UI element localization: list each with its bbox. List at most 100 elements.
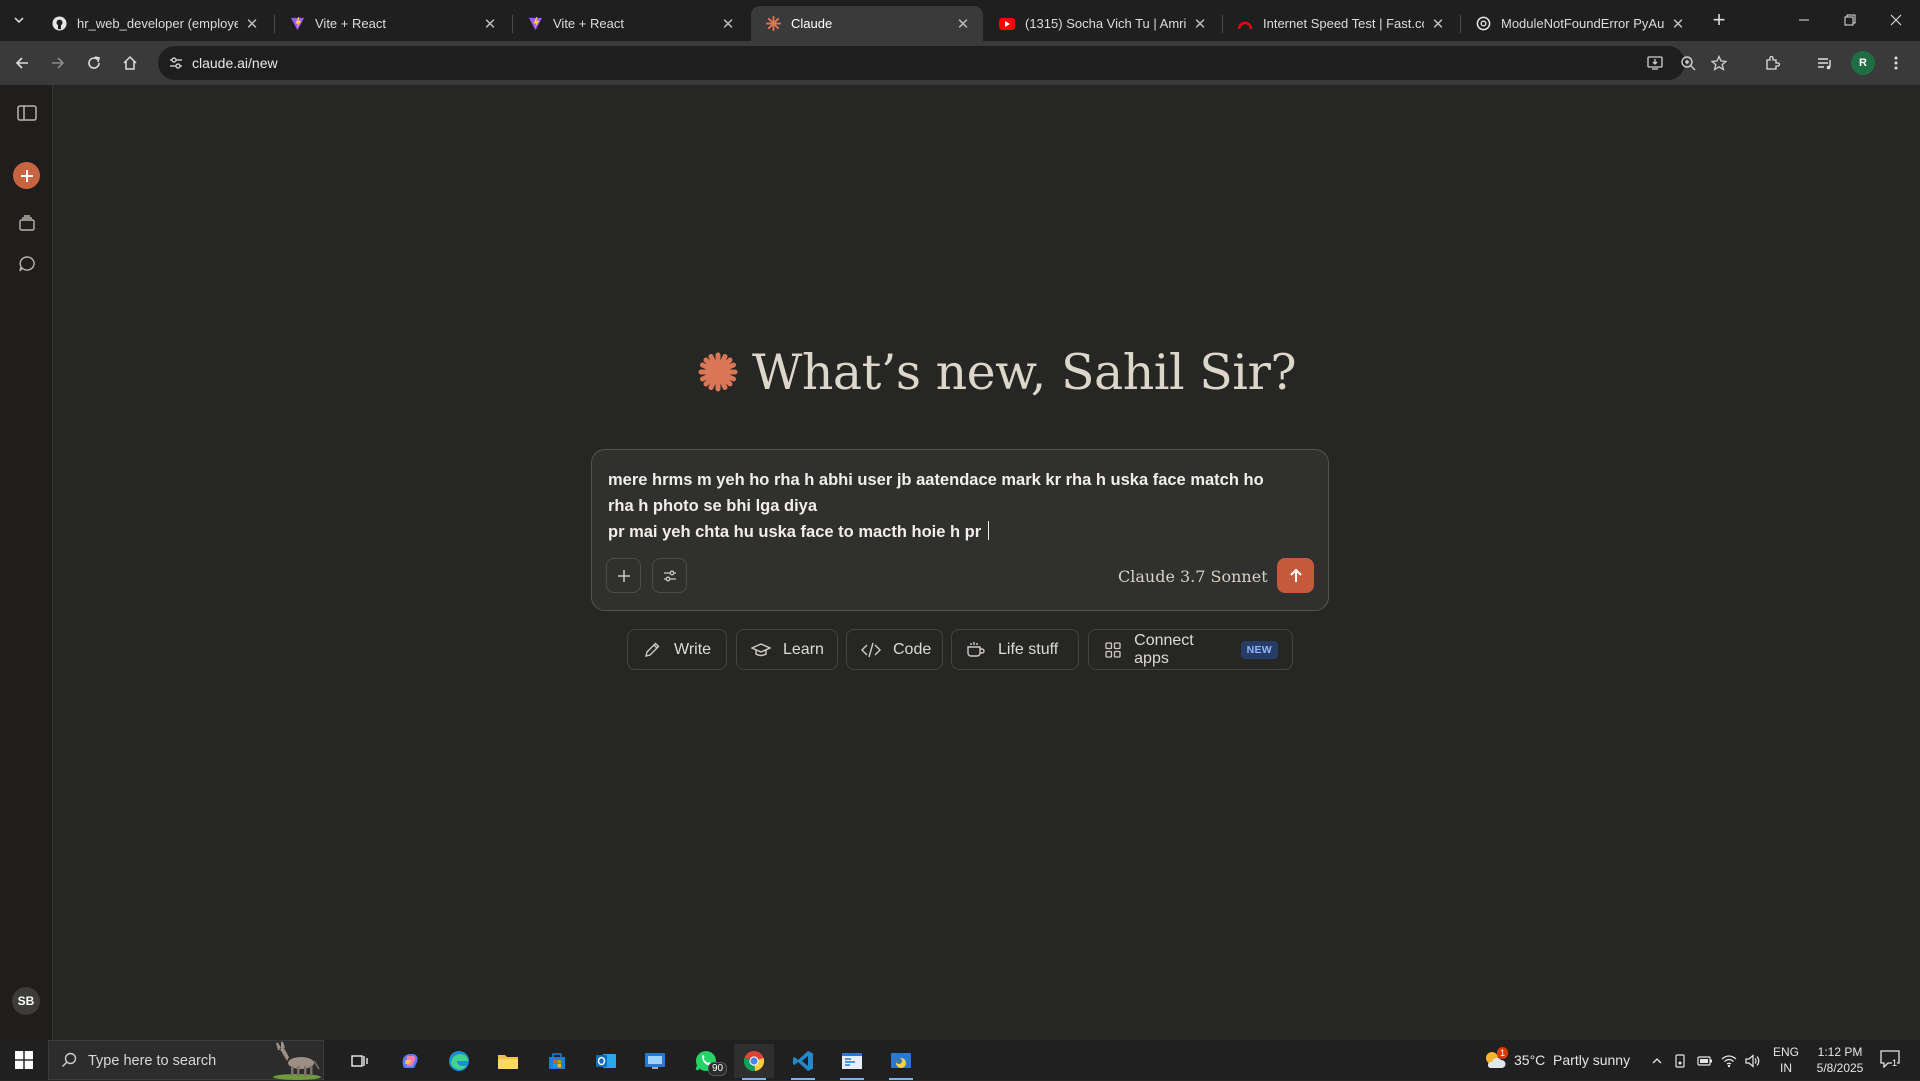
site-info-icon[interactable] [168, 55, 184, 71]
home-icon[interactable] [116, 49, 144, 77]
microsoft-store-icon[interactable] [537, 1044, 577, 1078]
message-line: rha h photo se bhi lga diya [608, 497, 818, 515]
projects-icon[interactable] [13, 209, 41, 237]
outlook-icon[interactable] [586, 1044, 626, 1078]
windows-start-icon[interactable] [0, 1040, 48, 1080]
extensions-icon[interactable] [1758, 49, 1786, 77]
model-selector[interactable]: Claude 3.7 Sonnet [1118, 560, 1285, 592]
tab-title: ModuleNotFoundError PyAuto [1501, 16, 1664, 31]
tab-title: Vite + React [315, 16, 386, 31]
tab-title: (1315) Socha Vich Tu | Amrinde [1025, 16, 1186, 31]
terminal-window-icon[interactable] [832, 1044, 872, 1080]
code-label: Code [893, 640, 932, 658]
edge-icon[interactable] [439, 1044, 479, 1078]
plus-icon [617, 569, 630, 582]
tab-close-icon[interactable]: ✕ [955, 15, 971, 33]
attach-button[interactable] [606, 558, 641, 593]
reload-icon[interactable] [80, 49, 108, 77]
message-input[interactable]: mere hrms m yeh ho rha h abhi user jb aa… [608, 467, 1308, 545]
clock-time[interactable]: 1:12 PM [1808, 1045, 1872, 1059]
model-name: Claude 3.7 Sonnet [1118, 566, 1268, 586]
copilot-icon[interactable] [390, 1044, 430, 1078]
code-button[interactable]: Code [846, 629, 943, 670]
weather-alert-badge: 1 [1497, 1047, 1509, 1059]
profile-avatar[interactable]: R [1851, 51, 1875, 75]
connect-apps-button[interactable]: Connect apps NEW [1088, 629, 1293, 670]
meet-now-icon[interactable] [1673, 1053, 1689, 1069]
weather-icon[interactable]: 1 [1483, 1047, 1509, 1071]
tab-claude[interactable]: Claude ✕ [751, 6, 983, 41]
life-stuff-button[interactable]: Life stuff [951, 629, 1079, 670]
write-button[interactable]: Write [627, 629, 727, 670]
language-top[interactable]: ENG [1772, 1045, 1800, 1059]
task-view-icon[interactable] [340, 1044, 380, 1078]
python-app-icon[interactable] [881, 1044, 921, 1080]
tab-close-icon[interactable]: ✕ [244, 15, 260, 33]
tab-close-icon[interactable]: ✕ [482, 15, 498, 33]
life-stuff-label: Life stuff [998, 640, 1059, 658]
fast-icon [1237, 16, 1253, 32]
vite-icon [289, 16, 305, 32]
tab-close-icon[interactable]: ✕ [1670, 15, 1686, 33]
bookmark-star-icon[interactable] [1710, 54, 1728, 72]
file-explorer-icon[interactable] [488, 1044, 528, 1078]
learn-button[interactable]: Learn [736, 629, 838, 670]
media-control-icon[interactable] [1811, 49, 1839, 77]
tab-title: Claude [791, 16, 833, 31]
chats-icon[interactable] [13, 250, 41, 278]
tab-github[interactable]: hr_web_developer (employee) | ✕ [37, 6, 272, 41]
tab-chatgpt[interactable]: ModuleNotFoundError PyAuto ✕ [1461, 6, 1698, 41]
browser-tab-bar: hr_web_developer (employee) | ✕ Vite + R… [0, 0, 1920, 41]
write-label: Write [674, 640, 712, 658]
tab-vite-1[interactable]: Vite + React ✕ [275, 6, 510, 41]
user-avatar[interactable]: SB [12, 987, 40, 1015]
github-icon [51, 16, 67, 32]
new-chat-button[interactable] [13, 162, 40, 189]
chevron-up-icon[interactable] [1649, 1053, 1665, 1069]
tab-youtube[interactable]: (1315) Socha Vich Tu | Amrinde ✕ [985, 6, 1220, 41]
new-tab-icon[interactable]: + [1705, 7, 1733, 35]
minimize-icon[interactable] [1781, 0, 1827, 40]
windows-taskbar: Type here to search 90 1 35°C Partly sun… [0, 1040, 1920, 1080]
weather-text[interactable]: 35°C Partly sunny [1514, 1052, 1630, 1068]
battery-icon[interactable] [1697, 1053, 1713, 1069]
tab-search-chevron-icon[interactable] [6, 8, 32, 32]
greeting-text: What’s new, Sahil Sir? [752, 343, 1297, 401]
vscode-icon[interactable] [783, 1044, 823, 1080]
whatsapp-badge: 90 [708, 1062, 728, 1076]
tab-close-icon[interactable]: ✕ [1430, 15, 1446, 33]
language-bottom[interactable]: IN [1772, 1061, 1800, 1075]
browser-toolbar: claude.ai/new [0, 41, 1920, 85]
tab-title: hr_web_developer (employee) | [77, 16, 238, 31]
tab-close-icon[interactable]: ✕ [1192, 15, 1208, 33]
send-button[interactable] [1277, 558, 1314, 593]
claude-icon [765, 16, 781, 32]
wifi-icon[interactable] [1721, 1053, 1737, 1069]
sidebar-toggle-icon[interactable] [13, 99, 41, 127]
volume-icon[interactable] [1745, 1053, 1761, 1069]
restore-icon[interactable] [1827, 0, 1873, 40]
tab-title: Internet Speed Test | Fast.com [1263, 16, 1424, 31]
tab-fast[interactable]: Internet Speed Test | Fast.com ✕ [1223, 6, 1458, 41]
tools-button[interactable] [652, 558, 687, 593]
clock-date[interactable]: 5/8/2025 [1808, 1061, 1872, 1075]
whatsapp-icon[interactable]: 90 [686, 1044, 728, 1078]
sidebar: SB [0, 85, 53, 1040]
forward-arrow-icon[interactable] [44, 49, 72, 77]
address-bar[interactable]: claude.ai/new [158, 46, 1727, 80]
new-badge: NEW [1240, 640, 1278, 659]
close-window-icon[interactable] [1873, 0, 1919, 40]
notification-icon[interactable]: 1 [1880, 1050, 1902, 1070]
url-text: claude.ai/new [192, 55, 278, 71]
browser-menu-icon[interactable] [1882, 49, 1910, 77]
tab-close-icon[interactable]: ✕ [720, 15, 736, 33]
coffee-cup-icon [966, 640, 986, 660]
taskbar-search[interactable]: Type here to search [48, 1040, 324, 1080]
back-arrow-icon[interactable] [8, 49, 36, 77]
zoom-icon[interactable] [1679, 54, 1697, 72]
tab-vite-2[interactable]: Vite + React ✕ [513, 6, 748, 41]
chrome-icon[interactable] [734, 1044, 774, 1080]
install-app-icon[interactable] [1646, 54, 1664, 72]
remote-desktop-icon[interactable] [635, 1044, 675, 1078]
search-icon [61, 1052, 77, 1073]
